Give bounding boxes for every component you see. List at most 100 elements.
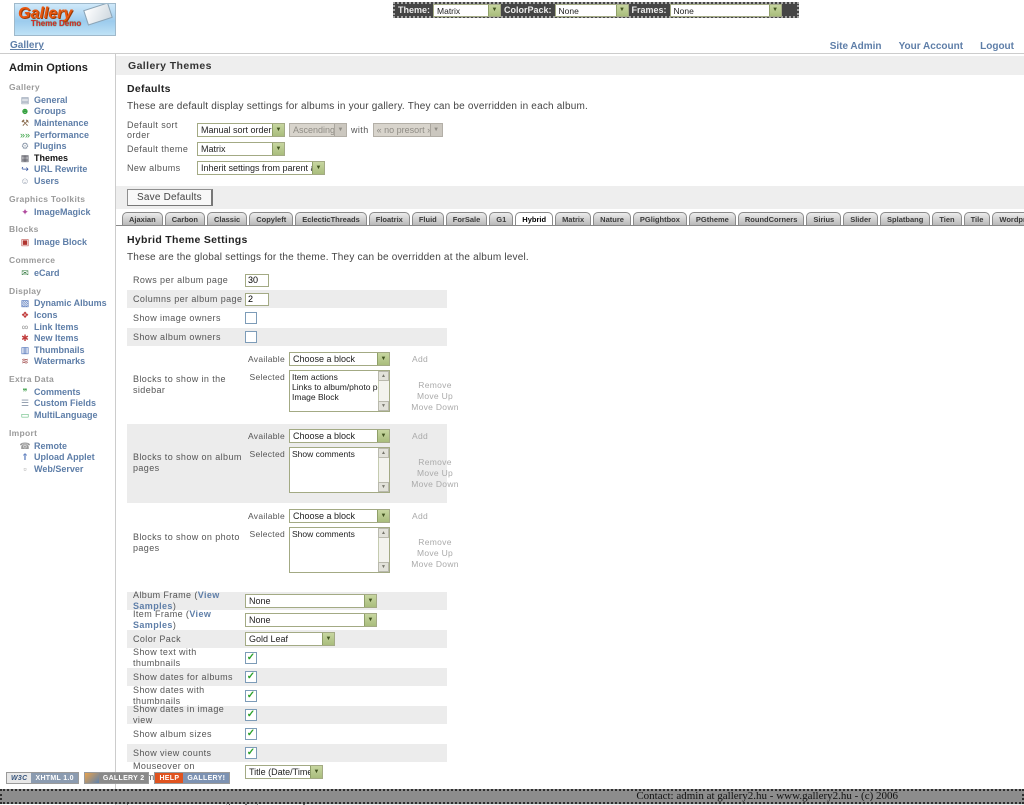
tab-fluid[interactable]: Fluid <box>412 212 444 225</box>
tab-sirius[interactable]: Sirius <box>806 212 841 225</box>
album-frame-select[interactable]: None▼ <box>245 594 377 608</box>
sidebar-item-upload-applet[interactable]: ⇑Upload Applet <box>9 451 111 463</box>
view-samples-link[interactable]: View Samples <box>133 590 220 611</box>
tab-floatrix[interactable]: Floatrix <box>369 212 410 225</box>
remove-link[interactable]: Remove <box>404 380 466 391</box>
add-link[interactable]: Add <box>412 352 428 364</box>
show-text-with-thumbnails-checkbox[interactable]: ✓ <box>245 652 257 664</box>
tab-roundcorners[interactable]: RoundCorners <box>738 212 805 225</box>
remove-link[interactable]: Remove <box>404 457 466 468</box>
tab-nature[interactable]: Nature <box>593 212 631 225</box>
frames-select[interactable]: None ▼ <box>670 4 782 17</box>
tab-eclecticthreads[interactable]: EclecticThreads <box>295 212 367 225</box>
tab-g1[interactable]: G1 <box>489 212 513 225</box>
list-item[interactable]: Image Block <box>292 392 376 402</box>
tab-wordpressembedded[interactable]: WordpressEmbedded <box>992 212 1024 225</box>
w3c-xhtml-badge[interactable]: W3C XHTML 1.0 <box>6 772 79 784</box>
list-scrollbar[interactable]: ▲▼ <box>378 528 389 572</box>
item-frame-select[interactable]: None▼ <box>245 613 377 627</box>
sidebar-item-users[interactable]: ☺Users <box>9 175 111 187</box>
list-scrollbar[interactable]: ▲▼ <box>378 448 389 492</box>
sidebar-item-groups[interactable]: ☻Groups <box>9 106 111 118</box>
show-dates-with-thumbnails-checkbox[interactable]: ✓ <box>245 690 257 702</box>
view-samples-link[interactable]: View Samples <box>133 609 211 630</box>
sidebar-item-comments[interactable]: ❞Comments <box>9 386 111 398</box>
scroll-down-icon[interactable]: ▼ <box>378 401 389 411</box>
sidebar-item-dynamic-albums[interactable]: ▧Dynamic Albums <box>9 298 111 310</box>
tab-copyleft[interactable]: Copyleft <box>249 212 293 225</box>
gallery-logo[interactable]: Gallery Theme Demo <box>14 3 116 36</box>
sidebar-item-multilanguage[interactable]: ▭MultiLanguage <box>9 409 111 421</box>
sidebar-item-url-rewrite[interactable]: ↪URL Rewrite <box>9 164 111 176</box>
show-image-owners-checkbox[interactable] <box>245 312 257 324</box>
breadcrumb-gallery-link[interactable]: Gallery <box>10 40 44 51</box>
sidebar-item-new-items[interactable]: ✱New Items <box>9 332 111 344</box>
blocks-to-show-on-album-pages-available-select[interactable]: Choose a block▼ <box>289 429 390 443</box>
list-item[interactable]: Item actions <box>292 372 376 382</box>
add-link[interactable]: Add <box>412 429 428 441</box>
blocks-to-show-on-photo-pages-available-select[interactable]: Choose a block▼ <box>289 509 390 523</box>
tab-hybrid[interactable]: Hybrid <box>515 212 553 226</box>
sidebar-item-plugins[interactable]: ⚙Plugins <box>9 140 111 152</box>
move-up-link[interactable]: Move Up <box>404 391 466 402</box>
help-gallery-badge[interactable]: HELP GALLERY! <box>154 772 230 784</box>
sidebar-item-image-block[interactable]: ▣Image Block <box>9 236 111 248</box>
add-link[interactable]: Add <box>412 509 428 521</box>
move-down-link[interactable]: Move Down <box>404 559 466 570</box>
sidebar-item-thumbnails[interactable]: ▥Thumbnails <box>9 344 111 356</box>
move-up-link[interactable]: Move Up <box>404 468 466 479</box>
show-dates-for-albums-checkbox[interactable]: ✓ <box>245 671 257 683</box>
rows-per-album-page-input[interactable] <box>245 274 269 287</box>
scroll-up-icon[interactable]: ▲ <box>378 371 389 381</box>
tab-carbon[interactable]: Carbon <box>165 212 205 225</box>
blocks-to-show-on-photo-pages-selected-list[interactable]: Show comments▲▼ <box>289 527 390 573</box>
tab-splatbang[interactable]: Splatbang <box>880 212 930 225</box>
show-album-owners-checkbox[interactable] <box>245 331 257 343</box>
scroll-down-icon[interactable]: ▼ <box>378 562 389 572</box>
show-view-counts-checkbox[interactable]: ✓ <box>245 747 257 759</box>
move-down-link[interactable]: Move Down <box>404 479 466 490</box>
sidebar-item-web-server[interactable]: ▫Web/Server <box>9 463 111 475</box>
columns-per-album-page-input[interactable] <box>245 293 269 306</box>
tab-forsale[interactable]: ForSale <box>446 212 488 225</box>
sidebar-item-custom-fields[interactable]: ☰Custom Fields <box>9 398 111 410</box>
list-scrollbar[interactable]: ▲▼ <box>378 371 389 411</box>
tab-ajaxian[interactable]: Ajaxian <box>122 212 163 225</box>
your-account-link[interactable]: Your Account <box>899 41 963 52</box>
logout-link[interactable]: Logout <box>980 41 1014 52</box>
scroll-down-icon[interactable]: ▼ <box>378 482 389 492</box>
color-pack-select[interactable]: Gold Leaf▼ <box>245 632 335 646</box>
sidebar-item-icons[interactable]: ❖Icons <box>9 309 111 321</box>
list-item[interactable]: Show comments <box>292 529 376 539</box>
list-item[interactable]: Links to album/photo peers <box>292 382 376 392</box>
move-down-link[interactable]: Move Down <box>404 402 466 413</box>
blocks-to-show-in-the-sidebar-available-select[interactable]: Choose a block▼ <box>289 352 390 366</box>
sidebar-item-maintenance[interactable]: ⚒Maintenance <box>9 117 111 129</box>
sidebar-item-watermarks[interactable]: ≋Watermarks <box>9 356 111 368</box>
site-admin-link[interactable]: Site Admin <box>830 41 882 52</box>
blocks-to-show-in-the-sidebar-selected-list[interactable]: Item actionsLinks to album/photo peersIm… <box>289 370 390 412</box>
save-defaults-button[interactable]: Save Defaults <box>127 189 213 206</box>
sidebar-item-imagemagick[interactable]: ✦ImageMagick <box>9 206 111 218</box>
mouseover-on-thumbnails-select[interactable]: Title (Date/Time)▼ <box>245 765 323 779</box>
tab-pgtheme[interactable]: PGtheme <box>689 212 736 225</box>
default-sort-order-select[interactable]: Manual sort order ▼ <box>197 123 285 137</box>
sidebar-item-general[interactable]: ▤General <box>9 94 111 106</box>
scroll-up-icon[interactable]: ▲ <box>378 448 389 458</box>
tab-pglightbox[interactable]: PGlightbox <box>633 212 687 225</box>
gallery2-badge[interactable]: GALLERY 2 <box>84 772 150 784</box>
show-dates-in-image-view-checkbox[interactable]: ✓ <box>245 709 257 721</box>
tab-slider[interactable]: Slider <box>843 212 878 225</box>
sidebar-item-performance[interactable]: »»Performance <box>9 129 111 141</box>
new-albums-select[interactable]: Inherit settings from parent album ▼ <box>197 161 325 175</box>
tab-tile[interactable]: Tile <box>964 212 991 225</box>
show-album-sizes-checkbox[interactable]: ✓ <box>245 728 257 740</box>
default-theme-select[interactable]: Matrix ▼ <box>197 142 285 156</box>
tab-classic[interactable]: Classic <box>207 212 247 225</box>
remove-link[interactable]: Remove <box>404 537 466 548</box>
tab-tien[interactable]: Tien <box>932 212 961 225</box>
scroll-up-icon[interactable]: ▲ <box>378 528 389 538</box>
colorpack-select[interactable]: None ▼ <box>555 4 629 17</box>
sidebar-item-ecard[interactable]: ✉eCard <box>9 267 111 279</box>
blocks-to-show-on-album-pages-selected-list[interactable]: Show comments▲▼ <box>289 447 390 493</box>
